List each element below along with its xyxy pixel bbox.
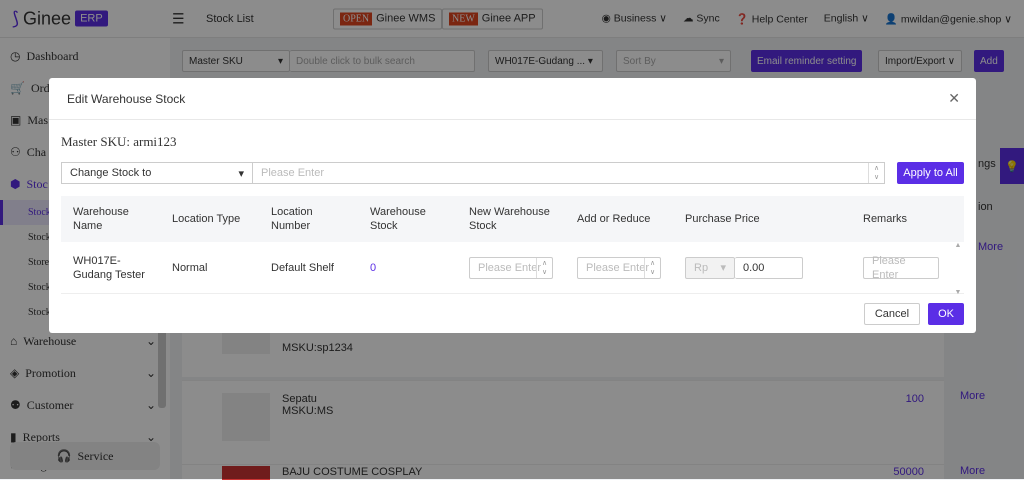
bulk-stock-input[interactable]: Please Enter ∧ ∨ bbox=[253, 162, 885, 184]
placeholder: Please Enter bbox=[586, 261, 649, 274]
column-header: Location Type bbox=[172, 213, 241, 225]
edit-warehouse-stock-modal: Edit Warehouse Stock ✕ Master SKU: armi12… bbox=[49, 78, 976, 333]
stepper[interactable]: ∧ ∨ bbox=[536, 257, 552, 278]
stepper[interactable]: ∧ ∨ bbox=[868, 163, 884, 183]
stepper[interactable]: ∧ ∨ bbox=[644, 257, 660, 278]
column-header: Remarks bbox=[863, 213, 908, 225]
location-number: Default Shelf bbox=[271, 261, 334, 274]
purchase-price-input[interactable]: 0.00 bbox=[735, 256, 803, 279]
table-scrollbar[interactable]: ▲ ▼ bbox=[952, 242, 964, 296]
column-header: Add or Reduce bbox=[577, 213, 651, 225]
caret-down-icon: ▾ bbox=[238, 167, 244, 180]
remarks-input[interactable]: Please Enter bbox=[863, 255, 939, 281]
warehouse-name: WH017E-Gudang Tester bbox=[73, 254, 145, 281]
placeholder: Please Enter bbox=[478, 261, 541, 274]
column-header: Purchase Price bbox=[685, 213, 760, 225]
ok-button[interactable]: OK bbox=[928, 303, 964, 325]
table-row: WH017E-Gudang Tester Normal Default Shel… bbox=[61, 242, 964, 294]
master-sku-label: Master SKU: armi123 bbox=[61, 134, 177, 149]
apply-to-all-button[interactable]: Apply to All bbox=[897, 162, 964, 184]
mode-label: Change Stock to bbox=[70, 167, 152, 179]
currency-select[interactable]: Rp ▾ bbox=[685, 256, 735, 279]
column-header: Warehouse Name bbox=[73, 206, 129, 232]
column-header: New Warehouse Stock bbox=[469, 206, 550, 232]
warehouse-stock-table: Warehouse Name Location Type Location Nu… bbox=[61, 196, 964, 294]
new-stock-input[interactable]: Please Enter ∧ ∨ bbox=[469, 256, 553, 279]
cancel-button[interactable]: Cancel bbox=[863, 303, 921, 325]
placeholder: Please Enter bbox=[261, 167, 324, 179]
location-type: Normal bbox=[172, 261, 208, 274]
modal-title: Edit Warehouse Stock bbox=[67, 91, 186, 106]
column-header: Warehouse Stock bbox=[370, 206, 426, 232]
add-reduce-input[interactable]: Please Enter ∧ ∨ bbox=[577, 256, 661, 279]
currency-label: Rp bbox=[694, 261, 709, 274]
close-icon[interactable]: ✕ bbox=[948, 90, 960, 107]
warehouse-stock[interactable]: 0 bbox=[358, 261, 457, 275]
change-mode-select[interactable]: Change Stock to ▾ bbox=[61, 162, 253, 184]
column-header: Location Number bbox=[271, 206, 313, 232]
